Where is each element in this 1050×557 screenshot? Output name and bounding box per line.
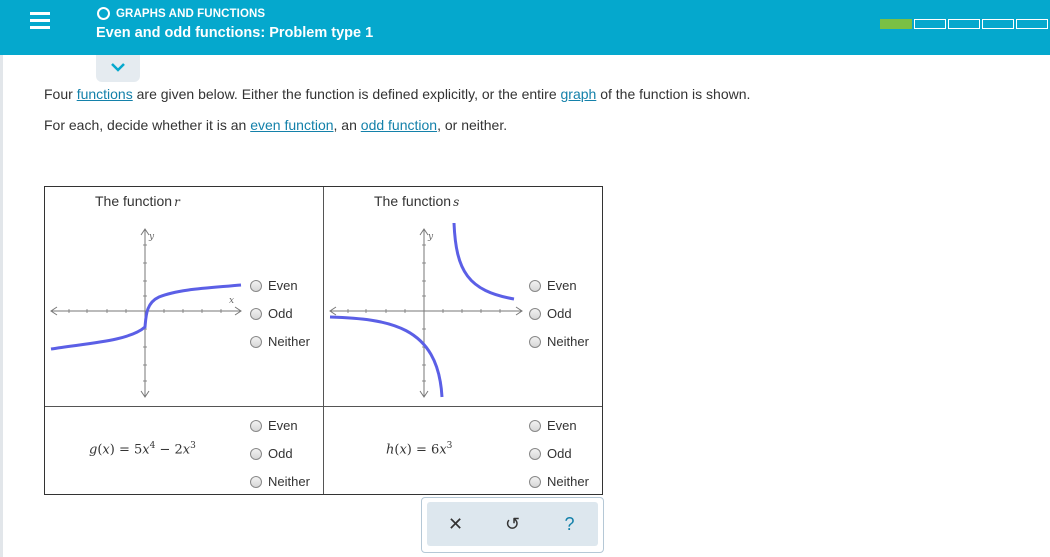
menu-icon-bar (30, 19, 50, 22)
clear-button[interactable]: ✕ (441, 509, 471, 539)
functions-link[interactable]: functions (77, 86, 133, 102)
g-neither-option[interactable]: Neither (250, 474, 310, 489)
radio-button[interactable] (250, 335, 262, 348)
left-edge (0, 55, 3, 557)
radio-button[interactable] (250, 419, 262, 432)
topic-label: GRAPHS AND FUNCTIONS (97, 7, 265, 20)
radio-button[interactable] (250, 307, 262, 320)
problem-title: Even and odd functions: Problem type 1 (96, 25, 374, 41)
progress-segment (948, 19, 980, 29)
progress-segment (914, 19, 946, 29)
svg-text:y: y (148, 232, 155, 242)
menu-icon-bar (30, 26, 50, 29)
s-odd-option[interactable]: Odd (529, 306, 572, 321)
intro-line-1: Four functions are given below. Either t… (44, 86, 751, 102)
graph-r: y x (50, 228, 242, 398)
radio-button[interactable] (250, 475, 262, 488)
answer-toolbar: ✕ ↺ ? (421, 497, 604, 553)
function-r-title: The function r (95, 193, 180, 209)
expand-button[interactable] (96, 55, 140, 82)
topic-ring-icon (97, 7, 110, 20)
close-icon: ✕ (447, 513, 464, 534)
chevron-down-icon (111, 63, 125, 72)
progress-bar (880, 19, 1050, 29)
progress-segment (982, 19, 1014, 29)
odd-function-link[interactable]: odd function (361, 117, 437, 133)
h-odd-option[interactable]: Odd (529, 446, 572, 461)
s-neither-option[interactable]: Neither (529, 334, 589, 349)
radio-button[interactable] (529, 279, 541, 292)
h-even-option[interactable]: Even (529, 418, 577, 433)
radio-button[interactable] (529, 419, 541, 432)
function-s-title: The function s (374, 193, 460, 209)
undo-button[interactable]: ↺ (498, 509, 528, 539)
radio-button[interactable] (250, 279, 262, 292)
graph-link[interactable]: graph (561, 86, 597, 102)
menu-button[interactable] (0, 0, 81, 55)
r-odd-option[interactable]: Odd (250, 306, 293, 321)
help-icon: ? (564, 513, 575, 534)
problem-grid: The function r y x Even Odd Neither The f… (44, 186, 603, 495)
intro-line-2: For each, decide whether it is an even f… (44, 117, 508, 133)
progress-segment (880, 19, 912, 29)
radio-button[interactable] (529, 335, 541, 348)
function-g-formula: g(x) = 5x4 − 2x3 (89, 441, 196, 458)
radio-button[interactable] (529, 447, 541, 460)
g-odd-option[interactable]: Odd (250, 446, 293, 461)
svg-text:x: x (229, 296, 234, 306)
g-even-option[interactable]: Even (250, 418, 298, 433)
function-h-formula: h(x) = 6x3 (386, 441, 453, 458)
r-even-option[interactable]: Even (250, 278, 298, 293)
svg-text:y: y (427, 232, 434, 242)
progress-segment (1016, 19, 1048, 29)
menu-icon-bar (30, 12, 50, 15)
r-neither-option[interactable]: Neither (250, 334, 310, 349)
radio-button[interactable] (250, 447, 262, 460)
h-neither-option[interactable]: Neither (529, 474, 589, 489)
undo-icon: ↺ (504, 513, 521, 534)
graph-s: y (329, 222, 523, 398)
even-function-link[interactable]: even function (250, 117, 333, 133)
radio-button[interactable] (529, 307, 541, 320)
radio-button[interactable] (529, 475, 541, 488)
s-even-option[interactable]: Even (529, 278, 577, 293)
help-button[interactable]: ? (555, 509, 585, 539)
header-bar: GRAPHS AND FUNCTIONS Even and odd functi… (0, 0, 1050, 55)
